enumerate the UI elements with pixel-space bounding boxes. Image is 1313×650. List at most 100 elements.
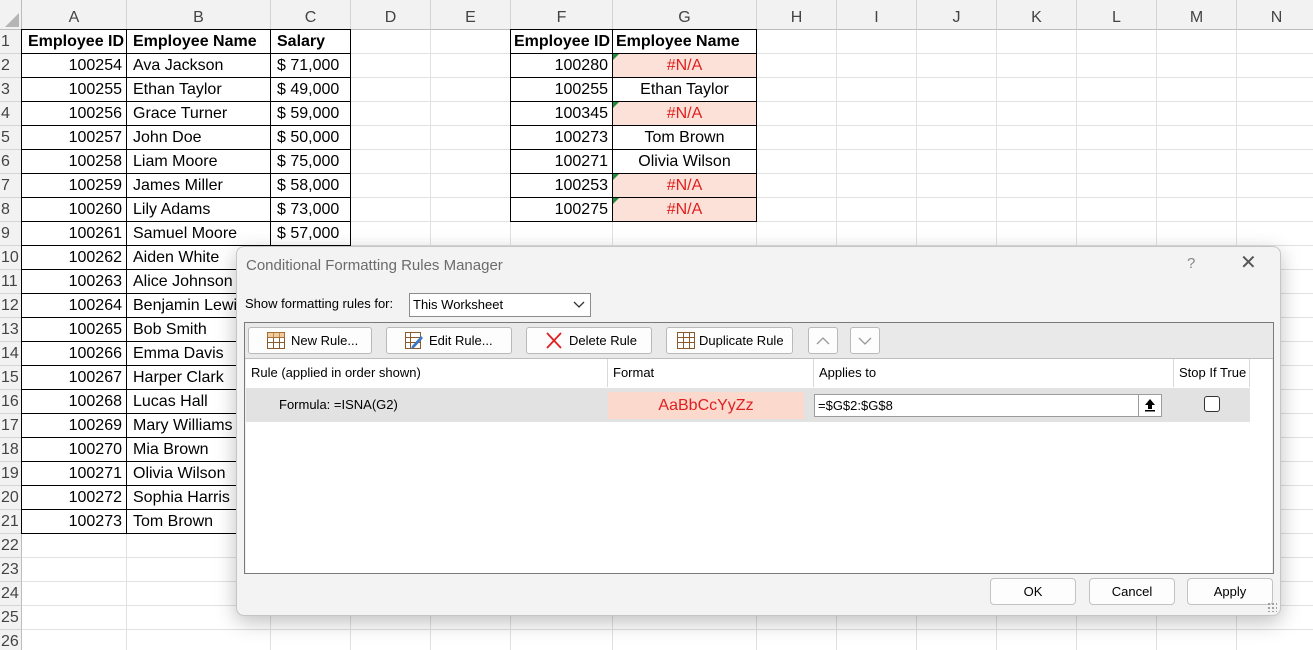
chevron-down-icon[interactable] [568, 294, 590, 316]
column-header-k[interactable]: K [997, 0, 1077, 30]
ok-button[interactable]: OK [990, 578, 1076, 605]
row-header-24[interactable]: 24 [0, 582, 22, 606]
table1-cell[interactable]: 100261 [21, 221, 127, 246]
column-header-i[interactable]: I [837, 0, 917, 30]
table2-header-cell[interactable]: Employee ID [510, 29, 613, 54]
duplicate-rule-button[interactable]: Duplicate Rule [666, 327, 793, 354]
row-header-14[interactable]: 14 [0, 342, 22, 366]
column-header-b[interactable]: B [127, 0, 271, 30]
table1-cell[interactable]: 100273 [21, 509, 127, 534]
table1-cell[interactable]: $ 73,000 [270, 197, 351, 222]
row-header-6[interactable]: 6 [0, 150, 22, 174]
table2-name-cell-error[interactable]: #N/A [612, 173, 757, 198]
table2-name-cell-error[interactable]: #N/A [612, 197, 757, 222]
column-header-e[interactable]: E [431, 0, 511, 30]
row-header-26[interactable]: 26 [0, 630, 22, 650]
table1-header-cell[interactable]: Employee ID [21, 29, 127, 54]
table2-name-cell-error[interactable]: #N/A [612, 101, 757, 126]
row-header-22[interactable]: 22 [0, 534, 22, 558]
column-header-applies-to[interactable]: Applies to [814, 359, 1174, 387]
table2-header-cell[interactable]: Employee Name [612, 29, 757, 54]
row-header-20[interactable]: 20 [0, 486, 22, 510]
table1-cell[interactable]: 100254 [21, 53, 127, 78]
column-header-m[interactable]: M [1157, 0, 1237, 30]
row-header-15[interactable]: 15 [0, 366, 22, 390]
row-header-7[interactable]: 7 [0, 174, 22, 198]
table1-cell[interactable]: Samuel Moore [126, 221, 271, 246]
table1-header-cell[interactable]: Salary [270, 29, 351, 54]
row-header-12[interactable]: 12 [0, 294, 22, 318]
select-all-corner[interactable] [0, 0, 22, 30]
table1-cell[interactable]: 100268 [21, 389, 127, 414]
row-header-10[interactable]: 10 [0, 246, 22, 270]
rule-row[interactable]: Formula: =ISNA(G2) AaBbCcYyZz =$G$2:$G$8 [246, 388, 1250, 422]
table1-cell[interactable]: 100257 [21, 125, 127, 150]
table1-cell[interactable]: $ 59,000 [270, 101, 351, 126]
table1-cell[interactable]: John Doe [126, 125, 271, 150]
table1-cell[interactable]: 100256 [21, 101, 127, 126]
row-header-23[interactable]: 23 [0, 558, 22, 582]
move-up-button[interactable] [808, 327, 838, 354]
table2-name-cell-error[interactable]: #N/A [612, 53, 757, 78]
table1-cell[interactable]: Liam Moore [126, 149, 271, 174]
table1-cell[interactable]: 100265 [21, 317, 127, 342]
table1-cell[interactable]: 100267 [21, 365, 127, 390]
table1-cell[interactable]: 100271 [21, 461, 127, 486]
stop-if-true-checkbox[interactable] [1204, 396, 1220, 412]
table1-cell[interactable]: 100259 [21, 173, 127, 198]
column-header-c[interactable]: C [271, 0, 351, 30]
row-header-9[interactable]: 9 [0, 222, 22, 246]
table2-name-cell[interactable]: Tom Brown [612, 125, 757, 150]
table2-name-cell[interactable]: Ethan Taylor [612, 77, 757, 102]
row-header-19[interactable]: 19 [0, 462, 22, 486]
column-header-j[interactable]: J [917, 0, 997, 30]
row-header-11[interactable]: 11 [0, 270, 22, 294]
edit-rule-button[interactable]: Edit Rule... [386, 327, 512, 354]
row-header-25[interactable]: 25 [0, 606, 22, 630]
table1-cell[interactable]: James Miller [126, 173, 271, 198]
column-header-d[interactable]: D [351, 0, 431, 30]
table1-cell[interactable]: 100269 [21, 413, 127, 438]
table1-cell[interactable]: $ 71,000 [270, 53, 351, 78]
table1-cell[interactable]: $ 75,000 [270, 149, 351, 174]
column-header-n[interactable]: N [1237, 0, 1313, 30]
table1-header-cell[interactable]: Employee Name [126, 29, 271, 54]
row-header-18[interactable]: 18 [0, 438, 22, 462]
table1-cell[interactable]: 100272 [21, 485, 127, 510]
column-header-g[interactable]: G [613, 0, 757, 30]
move-down-button[interactable] [850, 327, 880, 354]
delete-rule-button[interactable]: Delete Rule [526, 327, 652, 354]
show-rules-for-select[interactable]: This Worksheet [409, 293, 591, 317]
table1-cell[interactable]: 100266 [21, 341, 127, 366]
collapse-dialog-icon[interactable] [1138, 395, 1161, 416]
row-header-17[interactable]: 17 [0, 414, 22, 438]
row-header-21[interactable]: 21 [0, 510, 22, 534]
table1-cell[interactable]: Lily Adams [126, 197, 271, 222]
close-icon[interactable]: ✕ [1240, 253, 1257, 273]
new-rule-button[interactable]: New Rule... [248, 327, 372, 354]
table1-cell[interactable]: $ 50,000 [270, 125, 351, 150]
table1-cell[interactable]: 100262 [21, 245, 127, 270]
cancel-button[interactable]: Cancel [1089, 578, 1175, 605]
column-header-f[interactable]: F [511, 0, 613, 30]
table2-id-cell[interactable]: 100273 [510, 125, 613, 150]
help-button[interactable]: ? [1187, 255, 1195, 272]
table2-id-cell[interactable]: 100253 [510, 173, 613, 198]
table1-cell[interactable]: $ 58,000 [270, 173, 351, 198]
table2-id-cell[interactable]: 100271 [510, 149, 613, 174]
table1-cell[interactable]: Ethan Taylor [126, 77, 271, 102]
table2-name-cell[interactable]: Olivia Wilson [612, 149, 757, 174]
row-header-8[interactable]: 8 [0, 198, 22, 222]
table1-cell[interactable]: Ava Jackson [126, 53, 271, 78]
table1-cell[interactable]: Grace Turner [126, 101, 271, 126]
table2-id-cell[interactable]: 100255 [510, 77, 613, 102]
table1-cell[interactable]: 100255 [21, 77, 127, 102]
table1-cell[interactable]: 100264 [21, 293, 127, 318]
table2-id-cell[interactable]: 100280 [510, 53, 613, 78]
row-header-4[interactable]: 4 [0, 102, 22, 126]
row-header-2[interactable]: 2 [0, 54, 22, 78]
table2-id-cell[interactable]: 100275 [510, 197, 613, 222]
column-header-stop-if-true[interactable]: Stop If True [1174, 359, 1250, 387]
column-header-h[interactable]: H [757, 0, 837, 30]
table1-cell[interactable]: 100270 [21, 437, 127, 462]
